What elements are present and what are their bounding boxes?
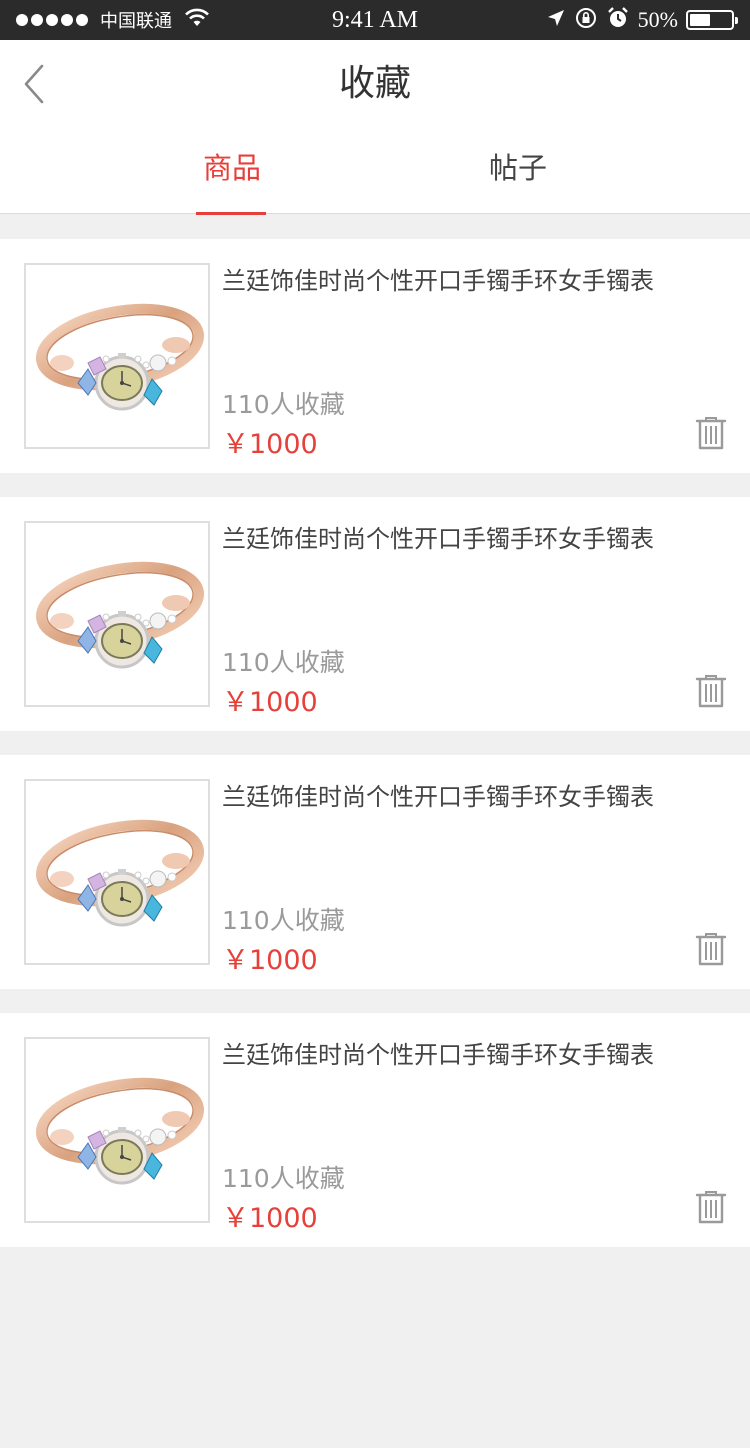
battery-icon xyxy=(686,10,738,30)
bracelet-watch-image xyxy=(35,561,205,669)
active-tab-indicator xyxy=(196,212,266,215)
battery-percent: 50% xyxy=(637,7,678,32)
battery-level-fill xyxy=(690,14,710,26)
delete-button[interactable] xyxy=(694,673,728,709)
product-image[interactable] xyxy=(24,263,210,449)
product-price: ￥1000 xyxy=(222,1203,318,1234)
product-price: ￥1000 xyxy=(222,945,318,976)
alarm-clock-icon xyxy=(606,6,630,35)
product-price: ￥1000 xyxy=(222,687,318,718)
favorite-count: 110人收藏 xyxy=(222,390,345,419)
list-item[interactable]: 兰廷饰佳时尚个性开口手镯手环女手镯表 110人收藏 ￥1000 xyxy=(0,239,750,473)
rotation-lock-icon xyxy=(574,6,598,35)
list-item[interactable]: 兰廷饰佳时尚个性开口手镯手环女手镯表 110人收藏 ￥1000 xyxy=(0,755,750,989)
product-title[interactable]: 兰廷饰佳时尚个性开口手镯手环女手镯表 xyxy=(222,261,654,296)
tab-bar: 商品 帖子 xyxy=(0,128,750,215)
product-title[interactable]: 兰廷饰佳时尚个性开口手镯手环女手镯表 xyxy=(222,519,654,554)
bracelet-watch-image xyxy=(35,303,205,411)
tab-goods[interactable]: 商品 xyxy=(196,128,268,214)
product-title[interactable]: 兰廷饰佳时尚个性开口手镯手环女手镯表 xyxy=(222,1035,654,1070)
delete-button[interactable] xyxy=(694,415,728,451)
product-image[interactable] xyxy=(24,1037,210,1223)
delete-button[interactable] xyxy=(694,1189,728,1225)
status-right: 50% xyxy=(546,0,738,40)
bracelet-watch-image xyxy=(35,819,205,927)
product-image[interactable] xyxy=(24,521,210,707)
trash-icon xyxy=(695,933,727,966)
nav-bar: 收藏 xyxy=(0,40,750,128)
product-image[interactable] xyxy=(24,779,210,965)
list-item[interactable]: 兰廷饰佳时尚个性开口手镯手环女手镯表 110人收藏 ￥1000 xyxy=(0,497,750,731)
tab-posts[interactable]: 帖子 xyxy=(482,128,554,214)
delete-button[interactable] xyxy=(694,931,728,967)
product-price: ￥1000 xyxy=(222,429,318,460)
status-bar: 中国联通 9:41 AM 50% xyxy=(0,0,750,40)
list-item[interactable]: 兰廷饰佳时尚个性开口手镯手环女手镯表 110人收藏 ￥1000 xyxy=(0,1013,750,1247)
favorite-count: 110人收藏 xyxy=(222,906,345,935)
favorite-count: 110人收藏 xyxy=(222,648,345,677)
favorites-list: 兰廷饰佳时尚个性开口手镯手环女手镯表 110人收藏 ￥1000 兰廷饰佳时尚个性… xyxy=(0,239,750,1271)
trash-icon xyxy=(695,1191,727,1224)
bracelet-watch-image xyxy=(35,1077,205,1185)
trash-icon xyxy=(695,417,727,450)
trash-icon xyxy=(695,675,727,708)
location-arrow-icon xyxy=(546,8,566,33)
favorite-count: 110人收藏 xyxy=(222,1164,345,1193)
page-title: 收藏 xyxy=(338,63,411,104)
product-title[interactable]: 兰廷饰佳时尚个性开口手镯手环女手镯表 xyxy=(222,777,654,812)
